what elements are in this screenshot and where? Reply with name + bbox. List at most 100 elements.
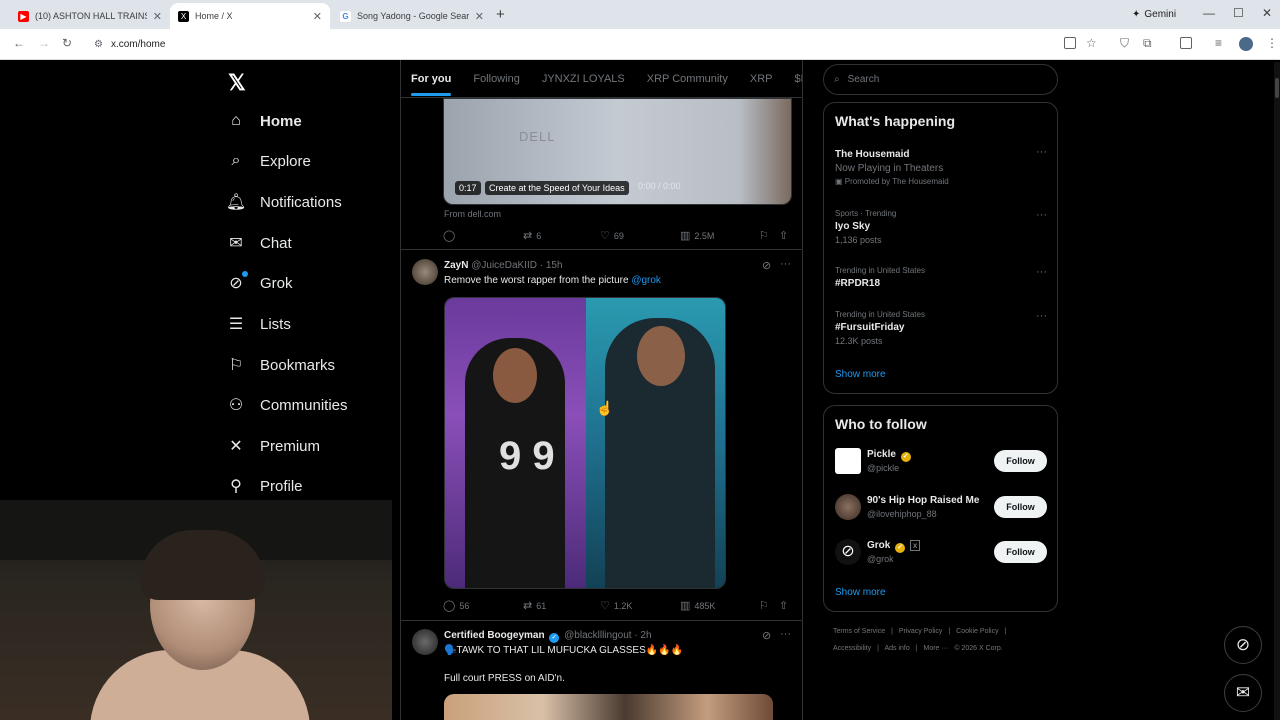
profile-avatar[interactable] — [1239, 37, 1253, 51]
extensions-icon[interactable]: ⧉ — [1143, 36, 1152, 51]
nav-lists[interactable]: ☰ Lists — [226, 309, 291, 339]
share-button[interactable]: ⇧ — [779, 229, 788, 242]
show-more-link[interactable]: Show more — [835, 369, 886, 380]
tab-xrp-community[interactable]: XRP Community — [647, 73, 728, 85]
nav-grok[interactable]: ⊘ Grok — [226, 268, 293, 298]
author-handle[interactable]: @JuiceDaKIID · 15h — [471, 260, 562, 271]
more-options-icon[interactable]: ··· — [1036, 209, 1047, 221]
minimize-icon[interactable]: — — [1203, 6, 1215, 20]
install-app-icon[interactable] — [1064, 37, 1076, 49]
nav-premium[interactable]: ✕ Premium — [226, 431, 320, 461]
nav-communities[interactable]: ⚇ Communities — [226, 390, 348, 420]
repost-button[interactable]: ⇄ 6 — [523, 229, 541, 242]
close-tab-icon[interactable]: ✕ — [475, 10, 484, 23]
grok-fab-icon[interactable]: ⊘ — [1224, 626, 1262, 664]
ads-info-link[interactable]: Ads info — [884, 645, 909, 652]
avatar[interactable] — [412, 259, 438, 285]
site-info-icon[interactable]: ⚙ — [94, 39, 103, 50]
nav-explore[interactable]: ⌕ Explore — [226, 146, 311, 176]
tab-peng[interactable]: $PENG — [794, 73, 802, 85]
show-more-link[interactable]: Show more — [835, 587, 886, 598]
nav-notifications[interactable]: 🔔︎ Notifications — [226, 187, 342, 217]
tab-xrp[interactable]: XRP — [750, 73, 773, 85]
ad-source[interactable]: From dell.com — [444, 209, 501, 219]
grok-explain-icon[interactable]: ⊘ — [762, 629, 771, 642]
x-logo[interactable]: 𝕏 — [228, 70, 246, 96]
terms-link[interactable]: Terms of Service — [833, 628, 885, 635]
page-scrollbar[interactable] — [1274, 62, 1280, 720]
mention-link[interactable]: @grok — [631, 275, 661, 286]
account-name: Pickle ✓ — [867, 449, 913, 462]
share-button[interactable]: ⇧ — [779, 599, 788, 612]
views-button[interactable]: ▥ 2.5M — [680, 229, 714, 242]
grok-explain-icon[interactable]: ⊘ — [762, 259, 771, 272]
forward-icon[interactable]: → — [38, 36, 50, 50]
browser-tab-youtube[interactable]: ▶ (10) ASHTON HALL TRAINS AT ✕ — [10, 3, 170, 29]
trend-item[interactable]: Trending in United States #RPDR18 ··· — [835, 266, 1047, 289]
bookmark-post-button[interactable]: ⚐ — [759, 229, 769, 242]
cookie-link[interactable]: Cookie Policy — [956, 628, 998, 635]
like-button[interactable]: ♡ 69 — [600, 229, 624, 242]
trend-item[interactable]: Trending in United States #FursuitFriday… — [835, 310, 1047, 346]
gemini-button[interactable]: ✦ Gemini — [1124, 5, 1184, 23]
avatar[interactable] — [412, 629, 438, 655]
more-options-icon[interactable]: ··· — [780, 258, 791, 270]
side-panel-icon[interactable] — [1180, 37, 1192, 49]
more-options-icon[interactable]: ··· — [780, 628, 791, 640]
back-icon[interactable]: ← — [13, 36, 25, 50]
nav-bookmarks[interactable]: ⚐ Bookmarks — [226, 350, 335, 380]
repost-button[interactable]: ⇄ 61 — [523, 599, 546, 612]
trend-item[interactable]: Sports · Trending Iyo Sky 1,136 posts ··… — [835, 209, 1047, 245]
more-link[interactable]: More ··· — [924, 645, 949, 652]
close-tab-icon[interactable]: ✕ — [313, 10, 322, 23]
more-options-icon[interactable]: ··· — [1036, 146, 1047, 158]
close-tab-icon[interactable]: ✕ — [153, 10, 162, 23]
like-button[interactable]: ♡ 1.2K — [600, 599, 632, 612]
bookmark-post-button[interactable]: ⚐ — [759, 599, 769, 612]
privacy-link[interactable]: Privacy Policy — [899, 628, 943, 635]
grok-icon[interactable]: ⊘ — [835, 539, 861, 565]
browser-tab-google[interactable]: G Song Yadong - Google Search ✕ — [332, 3, 492, 29]
maximize-icon[interactable]: ☐ — [1233, 6, 1244, 20]
media-controls-icon[interactable]: ≡ — [1215, 36, 1222, 50]
post-image[interactable] — [444, 694, 773, 720]
follow-suggestion[interactable]: 90's Hip Hop Raised Me @ilovehiphop_88 F… — [835, 494, 1047, 524]
address-bar[interactable]: ⚙ x.com/home — [86, 33, 1110, 55]
reply-button[interactable]: ◯ — [443, 229, 455, 242]
avatar[interactable] — [835, 448, 861, 474]
new-tab-button[interactable]: + — [496, 6, 505, 23]
views-button[interactable]: ▥ 485K — [680, 599, 715, 612]
follow-suggestion[interactable]: Pickle ✓ @pickle Follow — [835, 448, 1047, 478]
reload-icon[interactable]: ↻ — [62, 36, 72, 50]
browser-tab-x-home[interactable]: X Home / X ✕ — [170, 3, 330, 29]
author-name[interactable]: ZayN — [444, 260, 468, 271]
reply-button[interactable]: ◯ 56 — [443, 599, 469, 612]
trend-item[interactable]: The Housemaid Now Playing in Theaters ▣ … — [835, 146, 1047, 186]
search-input[interactable]: ⌕ Search — [823, 64, 1058, 95]
follow-button[interactable]: Follow — [994, 541, 1047, 563]
nav-home[interactable]: ⌂ Home — [226, 106, 302, 136]
follow-suggestion[interactable]: ⊘ Grok ✓ x @grok Follow — [835, 539, 1047, 569]
tab-jynxzi-loyals[interactable]: JYNXZI LOYALS — [542, 73, 625, 85]
author-name[interactable]: Certified Boogeyman — [444, 630, 545, 641]
share-icon: ⇧ — [779, 230, 789, 242]
window-close-icon[interactable]: ✕ — [1262, 6, 1272, 20]
avatar[interactable] — [835, 494, 861, 520]
chrome-menu-icon[interactable]: ⋮ — [1266, 36, 1278, 50]
shield-extension-icon[interactable]: ⛉ — [1120, 36, 1129, 51]
messages-fab-icon[interactable]: ✉ — [1224, 674, 1262, 712]
bookmark-star-icon[interactable]: ☆ — [1086, 36, 1097, 50]
follow-button[interactable]: Follow — [994, 496, 1047, 518]
post-image[interactable]: 9 9 — [444, 297, 726, 589]
accessibility-link[interactable]: Accessibility — [833, 645, 871, 652]
more-options-icon[interactable]: ··· — [1036, 310, 1047, 322]
nav-chat[interactable]: ✉ Chat — [226, 228, 291, 258]
tab-following[interactable]: Following — [473, 73, 519, 85]
ad-video[interactable]: DELL 0:17 Create at the Speed of Your Id… — [443, 98, 792, 205]
follow-button[interactable]: Follow — [994, 450, 1047, 472]
tab-for-you[interactable]: For you — [411, 73, 452, 96]
author-handle[interactable]: @blacklllingout · 2h — [564, 630, 651, 641]
more-options-icon[interactable]: ··· — [1036, 266, 1047, 278]
scrollbar-thumb[interactable] — [1275, 78, 1279, 98]
nav-profile[interactable]: ⚲ Profile — [226, 471, 302, 501]
